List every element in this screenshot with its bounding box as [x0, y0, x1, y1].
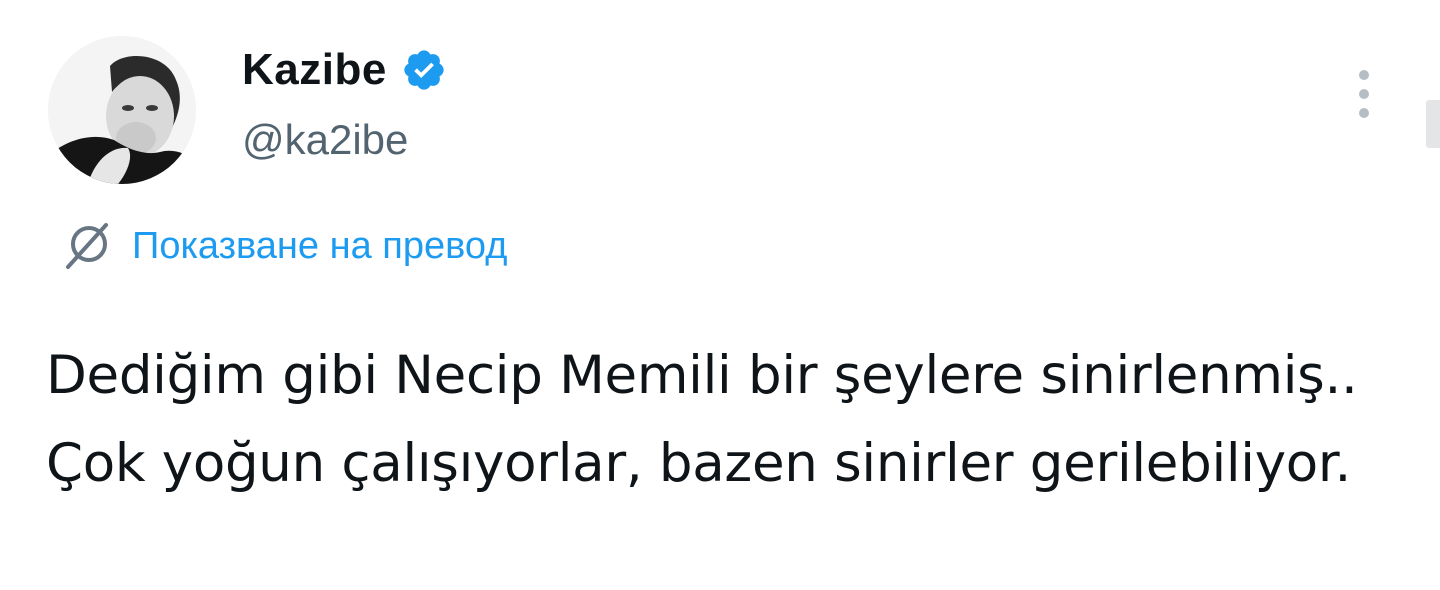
- tweet-card: Kazibe @ka2ibe Показване на превод Dediğ…: [0, 0, 1440, 590]
- avatar-photo: [48, 36, 196, 184]
- scrollbar[interactable]: [1426, 100, 1440, 148]
- display-name[interactable]: Kazibe: [242, 42, 387, 98]
- tweet-text: Dediğim gibi Necip Memili bir şeylere si…: [46, 345, 1358, 494]
- avatar[interactable]: [48, 36, 196, 184]
- author-name-row: Kazibe: [242, 42, 447, 98]
- verified-badge-icon: [401, 47, 447, 93]
- globe-icon: [60, 219, 114, 273]
- more-dot-icon: [1359, 89, 1369, 99]
- more-dot-icon: [1359, 70, 1369, 80]
- more-dot-icon: [1359, 108, 1369, 118]
- more-options-button[interactable]: [1348, 64, 1380, 124]
- user-handle[interactable]: @ka2ibe: [242, 112, 408, 168]
- show-translation-button[interactable]: Показване на превод: [60, 218, 507, 274]
- show-translation-label: Показване на превод: [132, 225, 508, 267]
